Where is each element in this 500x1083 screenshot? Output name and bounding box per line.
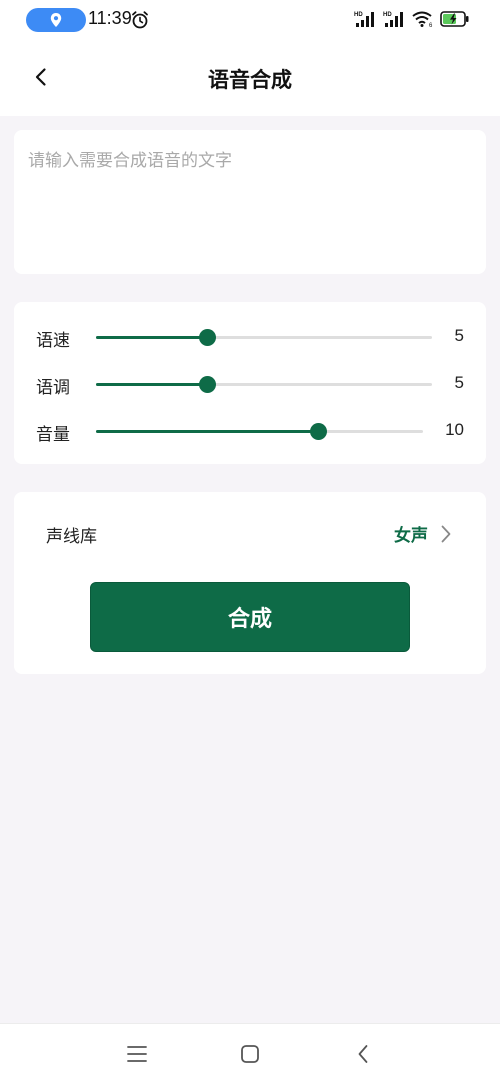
pitch-slider-fill (96, 383, 207, 386)
synthesis-text-input[interactable] (14, 130, 486, 274)
app-header: 语音合成 (0, 40, 500, 116)
voice-card: 声线库 女声 合成 (14, 492, 486, 674)
speed-slider[interactable] (96, 329, 432, 346)
page-title: 语音合成 (208, 68, 292, 92)
volume-slider-thumb[interactable] (310, 423, 328, 440)
pitch-value: 5 (454, 373, 464, 392)
speed-slider-fill (96, 336, 207, 339)
volume-slider-row: 音量 10 (14, 416, 486, 446)
back-icon[interactable] (356, 1043, 370, 1065)
system-nav-bar (0, 1023, 500, 1083)
home-icon[interactable] (240, 1044, 260, 1064)
svg-text:HD: HD (383, 12, 392, 18)
svg-text:HD: HD (354, 12, 363, 18)
pitch-slider-thumb[interactable] (198, 376, 216, 393)
voice-params-card: 语速 5 语调 5 音量 10 (14, 302, 486, 464)
chevron-right-icon (441, 525, 451, 543)
status-time: 11:39 (88, 8, 132, 28)
alarm-icon (132, 11, 148, 29)
pitch-slider[interactable] (96, 376, 432, 393)
battery-charging-icon (440, 11, 469, 27)
menu-icon[interactable] (127, 1045, 147, 1063)
speed-label: 语速 (36, 331, 70, 351)
location-indicator (26, 8, 86, 32)
speed-slider-row: 语速 5 (14, 322, 486, 352)
signal-hd-icon: HD (383, 12, 403, 27)
synthesize-button[interactable]: 合成 (90, 582, 410, 652)
wifi-icon: 6 (412, 11, 433, 28)
signal-hd-icon: HD (354, 12, 374, 27)
voice-library-label: 声线库 (46, 527, 97, 547)
volume-slider[interactable] (96, 423, 423, 440)
text-input-card (14, 130, 486, 274)
pitch-label: 语调 (36, 378, 70, 398)
location-icon (50, 13, 62, 27)
voice-library-row[interactable]: 声线库 女声 (14, 518, 486, 550)
voice-library-value: 女声 (394, 526, 428, 546)
pitch-slider-row: 语调 5 (14, 369, 486, 399)
volume-slider-fill (96, 430, 319, 433)
volume-value: 10 (445, 420, 464, 439)
volume-label: 音量 (36, 425, 70, 445)
svg-text:6: 6 (429, 23, 433, 28)
status-bar: 11:39 HD HD 6 (0, 0, 500, 40)
speed-value: 5 (454, 326, 464, 345)
speed-slider-thumb[interactable] (198, 329, 216, 346)
